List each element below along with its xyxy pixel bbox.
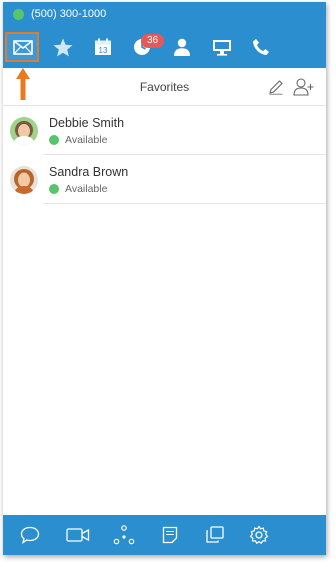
settings-gear-icon xyxy=(249,525,269,545)
status-bar: (500) 300-1000 xyxy=(3,2,326,26)
person-icon xyxy=(174,38,190,56)
tab-screen[interactable] xyxy=(204,26,240,68)
list-item[interactable]: Debbie Smith Available xyxy=(3,106,326,155)
presence-status-icon[interactable] xyxy=(13,8,24,20)
video-button[interactable] xyxy=(60,515,96,555)
star-icon xyxy=(53,38,73,56)
envelope-icon xyxy=(13,39,33,55)
tab-calendar[interactable]: 13 xyxy=(85,26,121,68)
presence: Available xyxy=(49,183,107,195)
history-count-badge: 36 xyxy=(141,34,165,48)
calendar-day: 13 xyxy=(99,46,108,55)
tab-bar: 13 36 xyxy=(3,26,326,68)
chat-bubble-icon xyxy=(20,526,40,544)
video-camera-icon xyxy=(66,528,90,542)
contact-status: Available xyxy=(65,134,108,146)
share-button[interactable] xyxy=(106,515,142,555)
favorites-header: Favorites xyxy=(3,68,326,106)
calendar-icon: 13 xyxy=(95,38,111,55)
contact-name: Sandra Brown xyxy=(49,165,129,179)
settings-button[interactable] xyxy=(241,515,277,555)
tab-calls[interactable] xyxy=(243,26,279,68)
notes-button[interactable] xyxy=(152,515,188,555)
monitor-icon xyxy=(213,39,231,56)
avatar xyxy=(10,166,38,194)
copy-icon xyxy=(206,526,224,543)
tab-favorites[interactable] xyxy=(45,26,81,68)
annotation-arrow-icon xyxy=(16,68,30,100)
available-status-icon xyxy=(49,184,59,194)
bottom-toolbar xyxy=(3,515,326,555)
notes-icon xyxy=(162,526,178,544)
presence: Available xyxy=(49,134,107,146)
tab-messages[interactable] xyxy=(5,26,41,68)
divider xyxy=(43,203,326,204)
chat-button[interactable] xyxy=(12,515,48,555)
share-icon xyxy=(113,525,135,545)
app-window: (500) 300-1000 13 36 Favorites Debbie Sm… xyxy=(3,2,326,555)
phone-number: (500) 300-1000 xyxy=(31,8,107,20)
page-title: Favorites xyxy=(139,79,190,94)
available-status-icon xyxy=(49,135,59,145)
list-item[interactable]: Sandra Brown Available xyxy=(3,155,326,204)
copy-button[interactable] xyxy=(197,515,233,555)
avatar xyxy=(10,117,38,145)
edit-pencil-icon[interactable] xyxy=(268,79,284,95)
add-contact-icon[interactable] xyxy=(293,78,315,96)
tab-contacts[interactable] xyxy=(164,26,200,68)
phone-icon xyxy=(253,39,269,55)
contact-name: Debbie Smith xyxy=(49,116,125,130)
contact-status: Available xyxy=(65,183,108,195)
